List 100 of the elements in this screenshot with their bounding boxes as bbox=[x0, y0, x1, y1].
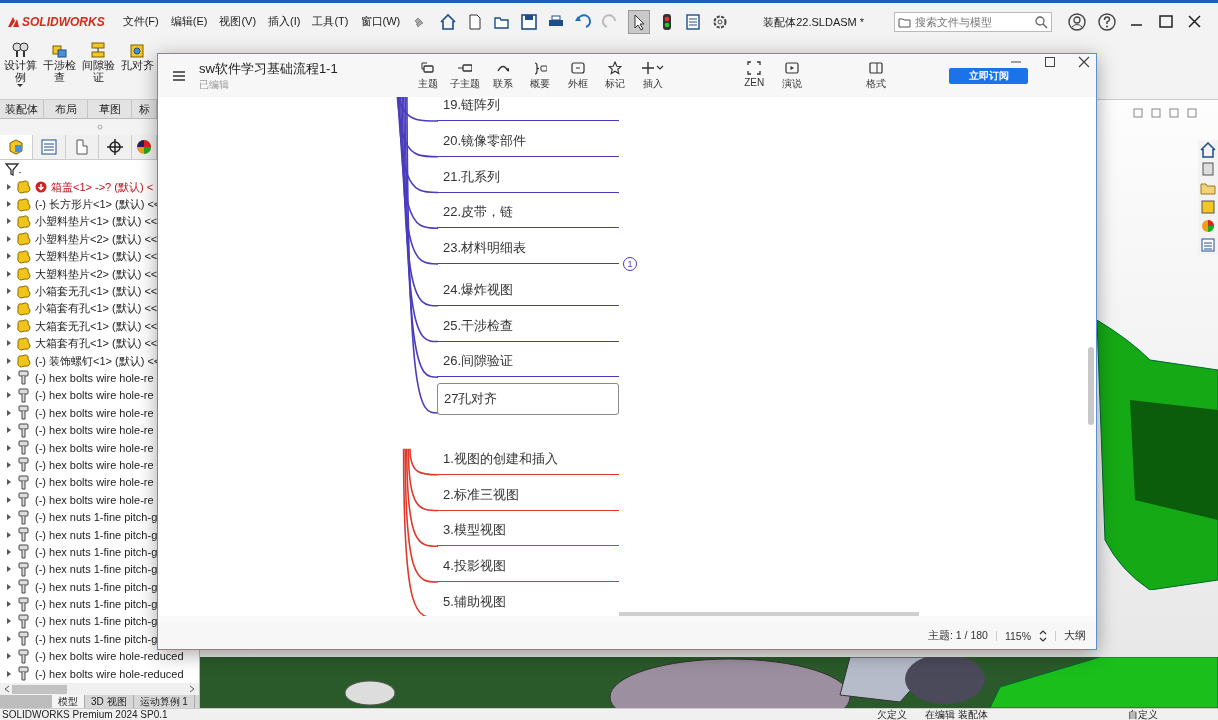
scrollbar-thumb[interactable] bbox=[1088, 347, 1094, 425]
command-button[interactable]: 孔对齐 bbox=[119, 40, 155, 71]
tree-item[interactable]: 大箱套无孔<1> (默认) << bbox=[35, 319, 158, 332]
palette-icon[interactable] bbox=[1200, 199, 1216, 215]
search-field[interactable]: 搜索文件与模型 bbox=[894, 11, 1053, 32]
toolbar-button[interactable]: 子主题 bbox=[446, 60, 484, 91]
undo-icon[interactable] bbox=[574, 12, 593, 31]
tree-item[interactable]: 箱盖<1> ->? (默认) < bbox=[51, 180, 154, 193]
tree-item[interactable]: 大塑料垫片<1> (默认) << bbox=[35, 250, 158, 263]
tree-item[interactable]: (-) hex nuts 1-fine pitch-g bbox=[35, 528, 158, 541]
home-icon[interactable] bbox=[439, 12, 458, 31]
tree-item[interactable]: (-) hex nuts 1-fine pitch-g bbox=[35, 598, 158, 611]
tree-item[interactable]: (-) hex bolts wire hole-re bbox=[35, 441, 154, 454]
topic-node[interactable]: 21.孔系列 bbox=[437, 164, 619, 193]
zoom-stepper-icon[interactable] bbox=[1039, 629, 1047, 642]
format-button[interactable]: 格式 bbox=[857, 60, 895, 91]
user-icon[interactable] bbox=[1068, 12, 1087, 31]
toolbar-button[interactable]: 插入 bbox=[634, 60, 672, 91]
units-status[interactable]: 自定义 bbox=[1128, 708, 1158, 720]
command-button[interactable]: 设计算例 bbox=[2, 40, 38, 88]
tree-item[interactable]: (-) hex bolts wire hole-re bbox=[35, 406, 154, 419]
toolbar-button[interactable]: 标记 bbox=[596, 60, 634, 91]
tree-item[interactable]: (-) hex nuts 1-fine pitch-g bbox=[35, 615, 158, 628]
menu-item[interactable]: 插入(I) bbox=[268, 14, 301, 29]
toolbar-button[interactable]: ZEN bbox=[735, 60, 773, 91]
tree-item[interactable]: 大箱套有孔<1> (默认) << bbox=[35, 337, 158, 350]
command-tab[interactable]: 布局 bbox=[44, 100, 88, 118]
tree-item[interactable]: (-) hex bolts wire hole-re bbox=[35, 424, 154, 437]
command-tab[interactable]: 装配体 bbox=[0, 100, 44, 118]
properties-icon[interactable] bbox=[684, 12, 703, 31]
filter-icon[interactable] bbox=[5, 161, 22, 177]
command-button[interactable]: 干涉检查 bbox=[41, 40, 77, 83]
help-icon[interactable] bbox=[1098, 12, 1117, 31]
configuration-icon bbox=[73, 138, 91, 156]
expand-arrow-icon[interactable] bbox=[6, 374, 12, 382]
toolbar-button[interactable]: 联系 bbox=[484, 60, 522, 91]
part-icon bbox=[16, 179, 31, 195]
menu-item[interactable]: 工具(T) bbox=[312, 14, 349, 29]
tree-item[interactable]: (-) hex bolts wire hole-re bbox=[35, 476, 154, 489]
toolbar-button[interactable]: 演说 bbox=[773, 60, 811, 91]
scroll-right-icon[interactable] bbox=[189, 685, 195, 693]
tree-item[interactable]: (-) hex bolts wire hole-re bbox=[35, 493, 154, 506]
menu-item[interactable]: 编辑(E) bbox=[170, 14, 208, 29]
topic-node[interactable]: 25.干涉检查 bbox=[437, 313, 619, 342]
tree-item[interactable]: (-) hex bolts wire hole-re bbox=[35, 458, 154, 471]
toolbar-button[interactable]: 概要 bbox=[521, 60, 559, 91]
outline-button[interactable]: 大纲 bbox=[1064, 628, 1086, 643]
topic-count: 主题: 1 / 180 bbox=[927, 628, 988, 643]
product-version: SOLIDWORKS Premium 2024 SP0.1 bbox=[2, 708, 168, 720]
tree-item[interactable]: (-) hex bolts wire hole-reduced bbox=[35, 667, 184, 680]
menu-item[interactable]: 文件(F) bbox=[122, 14, 159, 29]
tree-item[interactable]: (-) hex bolts wire hole-reduced bbox=[35, 650, 184, 663]
topic-node[interactable]: 24.爆炸视图 bbox=[437, 277, 619, 306]
subscribe-button[interactable]: 立即订阅 bbox=[949, 67, 1028, 84]
list-icon[interactable] bbox=[1200, 237, 1216, 253]
topic-node[interactable]: 27孔对齐 bbox=[437, 383, 619, 415]
tree-item[interactable]: (-) hex nuts 1-fine pitch-g bbox=[35, 511, 158, 524]
menu-item[interactable]: 视图(V) bbox=[219, 14, 257, 29]
feature-tree-icon bbox=[7, 138, 25, 156]
document-title: 装配体22.SLDASM * bbox=[763, 14, 865, 29]
tree-item[interactable]: 小箱套有孔<1> (默认) << bbox=[35, 302, 158, 315]
tree-item[interactable]: (-) hex nuts 1-fine pitch-g bbox=[35, 563, 158, 576]
home-icon[interactable] bbox=[1200, 142, 1216, 158]
topic-node[interactable]: 3.模型视图 bbox=[437, 518, 619, 547]
command-button[interactable]: 间隙验证 bbox=[80, 40, 116, 83]
toolbar-button[interactable]: 主题 bbox=[409, 60, 447, 91]
toolbar-button[interactable]: 外框 bbox=[559, 60, 597, 91]
tree-item[interactable]: 小塑料垫片<1> (默认) << bbox=[35, 215, 158, 228]
topic-node[interactable]: 20.镜像零部件 bbox=[437, 128, 619, 157]
tree-item[interactable]: (-) hex bolts wire hole-re bbox=[35, 372, 154, 384]
topic-node[interactable]: 19.链阵列 bbox=[437, 97, 619, 121]
folder-icon[interactable] bbox=[1200, 180, 1216, 196]
close-icon[interactable] bbox=[1078, 56, 1090, 68]
view-tab[interactable]: 模型 bbox=[52, 695, 85, 708]
appearance-icon[interactable] bbox=[1200, 218, 1216, 234]
topic-node[interactable]: 2.标准三视图 bbox=[437, 482, 619, 511]
pin-icon[interactable] bbox=[412, 15, 426, 28]
save-icon[interactable] bbox=[520, 12, 539, 31]
tree-item[interactable]: 小塑料垫片<2> (默认) << bbox=[35, 232, 158, 245]
tree-item[interactable]: 大塑料垫片<2> (默认) << bbox=[35, 267, 158, 280]
tree-item[interactable]: 小箱套无孔<1> (默认) << bbox=[35, 285, 158, 298]
bolt-icon bbox=[16, 370, 31, 386]
topic-node[interactable]: 26.间隙验证 bbox=[437, 349, 619, 378]
tree-item[interactable]: (-) hex nuts 1-fine pitch-g bbox=[35, 545, 158, 558]
scroll-left-icon[interactable] bbox=[4, 685, 10, 693]
part-icon bbox=[16, 283, 31, 299]
collapsed-count-badge[interactable]: 1 bbox=[623, 257, 637, 271]
select-tool-button[interactable] bbox=[628, 9, 651, 34]
menu-icon[interactable] bbox=[172, 69, 186, 82]
close-icon[interactable] bbox=[1186, 13, 1204, 30]
command-tab[interactable]: 草图 bbox=[88, 100, 132, 118]
zoom-level[interactable]: 115% bbox=[1004, 629, 1031, 642]
scrollbar-thumb[interactable] bbox=[12, 684, 67, 694]
topic-node[interactable]: 22.皮带，链 bbox=[437, 200, 619, 229]
tree-item[interactable]: (-) hex bolts wire hole-re bbox=[35, 389, 154, 402]
topic-node[interactable]: 4.投影视图 bbox=[437, 554, 619, 582]
tree-item[interactable]: (-) hex nuts 1-fine pitch-g bbox=[35, 580, 158, 593]
tree-item[interactable]: (-) hex nuts 1-fine pitch-g bbox=[35, 632, 158, 645]
menu-item[interactable]: 窗口(W) bbox=[360, 14, 401, 29]
topic-node[interactable]: 1.视图的创建和插入 bbox=[437, 446, 619, 475]
